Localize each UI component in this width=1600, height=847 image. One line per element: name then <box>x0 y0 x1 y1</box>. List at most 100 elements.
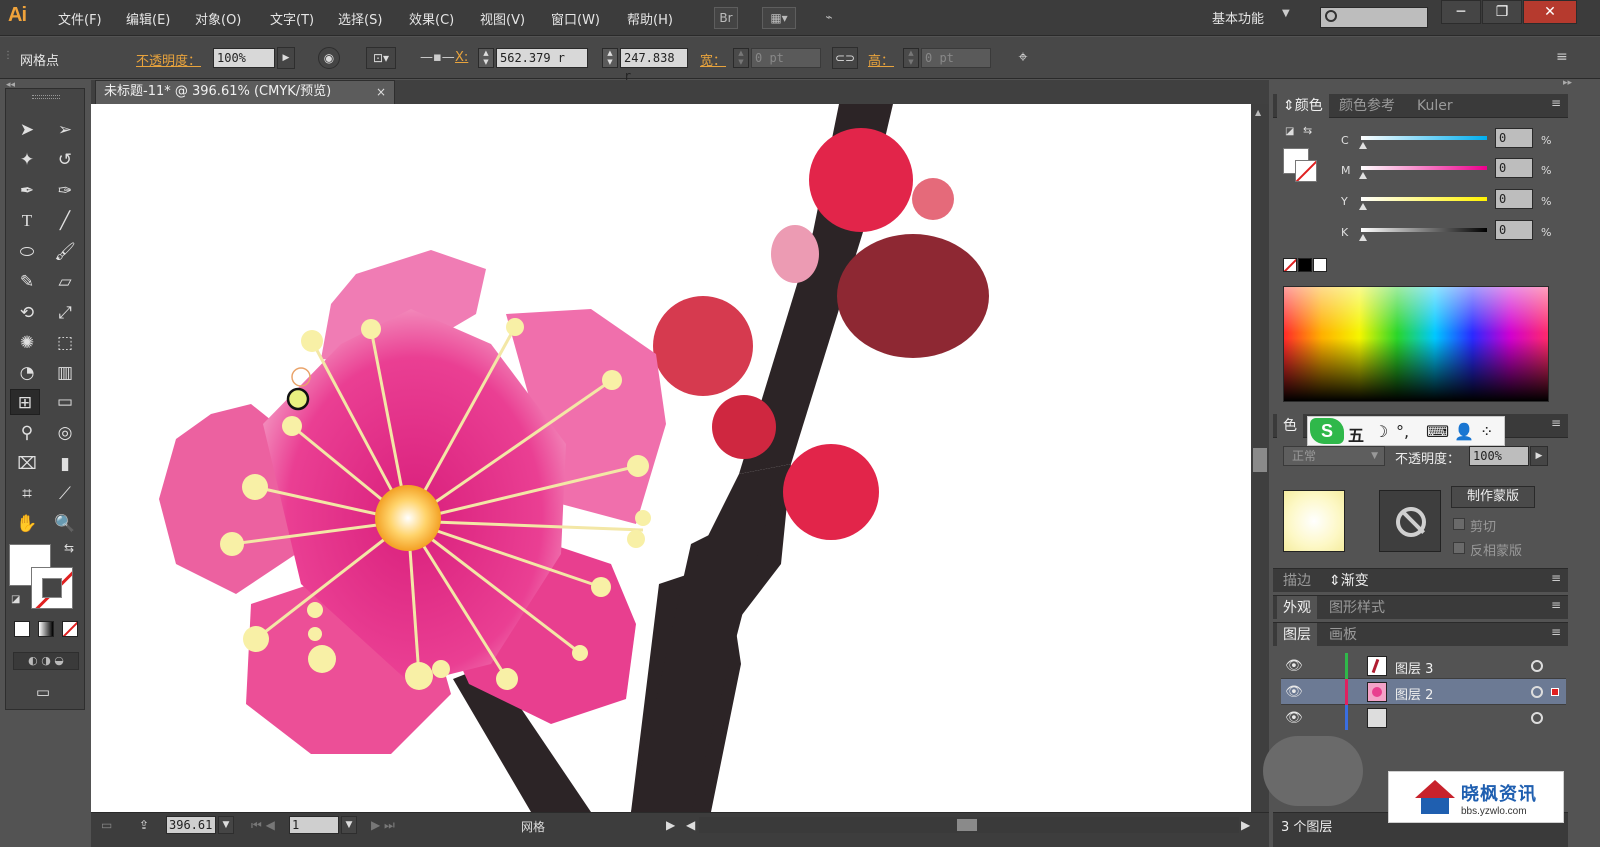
vertical-scrollbar[interactable]: ▲ <box>1251 104 1269 812</box>
slice-tool-icon[interactable]: ⟋ <box>50 481 80 507</box>
search-input[interactable] <box>1320 7 1428 28</box>
restore-button[interactable]: ❐ <box>1482 0 1522 24</box>
screen-mode-icon[interactable]: ▭ <box>28 679 58 705</box>
ime-user-icon[interactable]: 👤 <box>1454 422 1474 441</box>
magenta-slider[interactable] <box>1361 166 1487 170</box>
menu-effect[interactable]: 效果(C) <box>409 9 454 28</box>
curvature-tool-icon[interactable]: ✑ <box>50 178 80 204</box>
none-swatch[interactable] <box>1283 258 1297 272</box>
gradient-mode-button[interactable] <box>38 621 54 637</box>
tab-transparency[interactable]: 色 <box>1277 414 1303 438</box>
opacity-arrow-icon[interactable]: ▶ <box>1530 446 1548 466</box>
menu-select[interactable]: 选择(S) <box>338 9 382 28</box>
tab-gradient[interactable]: ⇕渐变 <box>1323 569 1375 593</box>
magic-wand-tool-icon[interactable]: ✦ <box>12 147 42 173</box>
recolor-artwork-icon[interactable]: ◉ <box>318 47 340 69</box>
reference-point-icon[interactable]: ⊡▾ <box>366 47 396 69</box>
zoom-field[interactable]: 396.61 <box>166 816 216 834</box>
swap-colors-icon[interactable]: ⇆ <box>1303 124 1312 137</box>
panel-menu-icon[interactable]: ≡ <box>1551 571 1561 585</box>
bridge-icon[interactable]: Br <box>714 7 738 29</box>
workspace-switcher[interactable]: 基本功能 <box>1212 8 1264 27</box>
white-swatch[interactable] <box>1313 258 1327 272</box>
panel-menu-icon[interactable]: ≡ <box>1551 625 1561 639</box>
layer-name[interactable]: 图层 3 <box>1395 658 1433 677</box>
black-slider[interactable] <box>1361 228 1487 232</box>
tab-color-guide[interactable]: 颜色参考 <box>1333 94 1401 118</box>
visibility-eye-icon[interactable]: 👁 <box>1285 658 1303 674</box>
lasso-tool-icon[interactable]: ↺ <box>50 147 80 173</box>
scale-tool-icon[interactable]: ⤢ <box>50 300 80 326</box>
invert-mask-checkbox[interactable] <box>1453 542 1465 554</box>
arrange-documents-icon[interactable]: ▦▾ <box>762 7 796 29</box>
menu-file[interactable]: 文件(F) <box>58 9 102 28</box>
panel-menu-icon[interactable]: ≡ <box>1551 598 1561 612</box>
cyan-slider-thumb[interactable] <box>1359 142 1367 149</box>
close-button[interactable]: ✕ <box>1523 0 1577 24</box>
transparency-opacity-field[interactable]: 100% <box>1469 446 1529 466</box>
ime-settings-icon[interactable]: ⁘ <box>1480 422 1493 441</box>
zoom-tool-icon[interactable]: 🔍 <box>50 511 80 537</box>
direct-selection-tool-icon[interactable]: ➢ <box>50 117 80 143</box>
scrollbar-thumb[interactable] <box>1253 448 1267 472</box>
grip-icon[interactable] <box>32 95 60 99</box>
menu-edit[interactable]: 编辑(E) <box>126 9 170 28</box>
layer-target-icon[interactable] <box>1531 712 1543 724</box>
expand-panels-icon[interactable]: ▸▸ <box>1563 78 1572 88</box>
swap-fill-stroke-icon[interactable]: ⇆ <box>64 541 74 555</box>
tab-layers[interactable]: 图层 <box>1277 623 1317 647</box>
stroke-swatch[interactable] <box>31 567 73 609</box>
cyan-slider[interactable] <box>1361 136 1487 140</box>
ime-keyboard-icon[interactable]: ⌨ <box>1426 422 1449 441</box>
tab-appearance[interactable]: 外观 <box>1277 596 1317 620</box>
status-menu-arrow-icon[interactable]: ▶ <box>666 818 675 832</box>
pen-tool-icon[interactable]: ✒ <box>12 178 42 204</box>
menu-object[interactable]: 对象(O) <box>195 9 241 28</box>
layer-row[interactable]: 👁 图层 3 <box>1281 653 1566 679</box>
drawing-modes-icon[interactable]: ◐ ◑ ◒ <box>13 652 79 670</box>
yellow-field[interactable]: 0 <box>1495 189 1533 209</box>
opacity-label[interactable]: 不透明度： <box>136 50 201 69</box>
link-icon[interactable]: ⊂⊃ <box>832 47 858 69</box>
horizontal-scrollbar[interactable] <box>699 817 1239 833</box>
shape-builder-tool-icon[interactable]: ◔ <box>12 360 42 386</box>
close-icon[interactable]: × <box>376 81 386 103</box>
warp-tool-icon[interactable]: ✺ <box>12 330 42 356</box>
minimize-button[interactable]: ─ <box>1441 0 1481 24</box>
selection-tool-icon[interactable]: ➤ <box>12 117 42 143</box>
symbol-sprayer-tool-icon[interactable]: ⌧ <box>12 451 42 477</box>
black-slider-thumb[interactable] <box>1359 234 1367 241</box>
make-mask-button[interactable]: 制作蒙版 <box>1451 486 1535 508</box>
default-colors-icon[interactable]: ◪ <box>1285 126 1294 137</box>
ime-mode-toggle[interactable]: 五 <box>1348 422 1364 446</box>
menu-window[interactable]: 窗口(W) <box>551 9 600 28</box>
ime-halfwidth-icon[interactable]: ☽ <box>1374 422 1388 441</box>
artboard-canvas[interactable] <box>91 104 1251 812</box>
y-stepper[interactable]: ▲ ▼ <box>602 48 618 68</box>
zoom-dropdown-icon[interactable]: ▼ <box>218 816 234 834</box>
eraser-tool-icon[interactable]: ▱ <box>50 269 80 295</box>
rotate-tool-icon[interactable]: ⟲ <box>12 300 42 326</box>
default-fill-stroke-icon[interactable]: ◪ <box>11 594 20 605</box>
free-transform-tool-icon[interactable]: ⬚ <box>50 330 80 356</box>
menu-help[interactable]: 帮助(H) <box>627 9 673 28</box>
scrollbar-thumb[interactable] <box>957 819 977 831</box>
scroll-up-icon[interactable]: ▲ <box>1255 108 1261 117</box>
first-page-icon[interactable]: ⏮ ◀ <box>251 818 275 833</box>
panel-menu-icon[interactable]: ≡ <box>1551 96 1561 110</box>
x-stepper[interactable]: ▲ ▼ <box>478 48 494 68</box>
ime-logo-icon[interactable]: S <box>1310 418 1344 444</box>
layer-target-icon[interactable] <box>1531 660 1543 672</box>
yellow-slider-thumb[interactable] <box>1359 203 1367 210</box>
layer-name[interactable]: 图层 2 <box>1395 684 1433 703</box>
artboard-tool-icon[interactable]: ⌗ <box>12 481 42 507</box>
gradient-tool-icon[interactable]: ▭ <box>50 389 80 415</box>
menu-view[interactable]: 视图(V) <box>480 9 525 28</box>
selection-indicator[interactable] <box>1551 688 1559 696</box>
panel-stroke-swatch[interactable] <box>1295 160 1317 182</box>
artwork[interactable] <box>91 104 1251 812</box>
panel-menu-icon[interactable]: ≡ <box>1551 416 1561 430</box>
chevron-down-icon[interactable]: ▼ <box>1282 8 1290 19</box>
sync-icon[interactable]: ⌁ <box>816 7 842 29</box>
mesh-point-handle[interactable] <box>286 387 310 411</box>
